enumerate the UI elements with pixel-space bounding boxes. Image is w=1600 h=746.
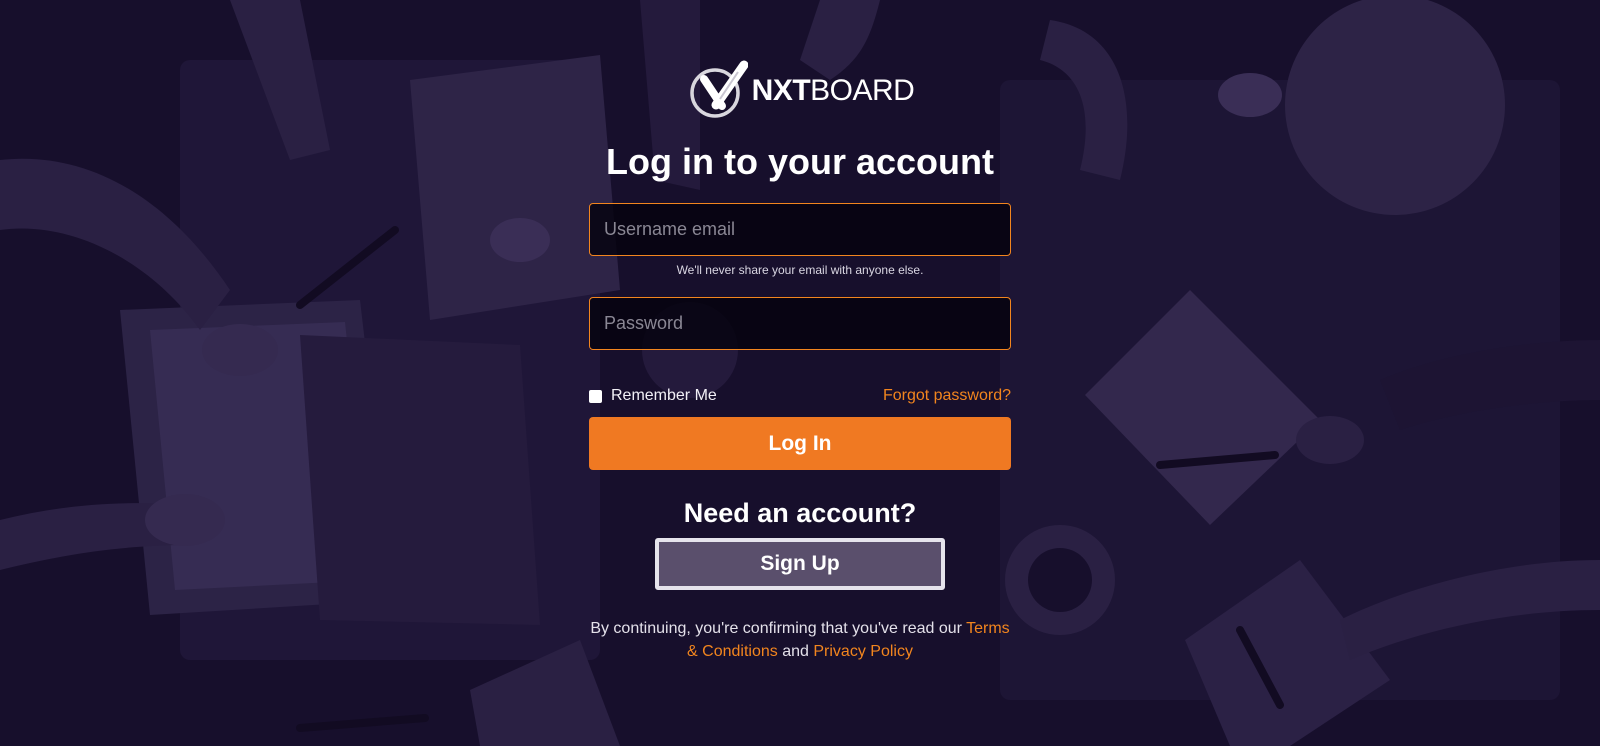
forgot-password-link[interactable]: Forgot password? <box>883 387 1011 405</box>
brand-logo[interactable]: NXTBOARD <box>589 60 1011 122</box>
password-input[interactable] <box>589 297 1011 350</box>
login-options-row: Remember Me Forgot password? <box>589 386 1011 406</box>
privacy-policy-link[interactable]: Privacy Policy <box>813 643 913 660</box>
nxtboard-logo-icon <box>689 60 748 118</box>
legal-notice: By continuing, you're confirming that yo… <box>589 617 1011 663</box>
logo-wordmark-light: BOARD <box>810 74 915 107</box>
need-account-heading: Need an account? <box>683 498 917 528</box>
email-help-text: We'll never share your email with anyone… <box>676 263 924 277</box>
remember-me-checkbox[interactable] <box>589 389 602 403</box>
login-button[interactable]: Log In <box>589 417 1011 470</box>
legal-and: and <box>782 643 809 660</box>
login-panel: NXTBOARD Log in to your account We'll ne… <box>589 60 1011 663</box>
username-email-input[interactable] <box>589 203 1011 256</box>
logo-wordmark: NXTBOARD <box>752 76 915 106</box>
page-title: Log in to your account <box>606 141 994 182</box>
legal-prefix: By continuing, you're confirming that yo… <box>590 620 962 637</box>
logo-wordmark-strong: NXT <box>751 74 811 107</box>
remember-me[interactable]: Remember Me <box>589 387 717 405</box>
remember-me-label: Remember Me <box>611 387 717 404</box>
sign-up-button[interactable]: Sign Up <box>655 538 945 590</box>
